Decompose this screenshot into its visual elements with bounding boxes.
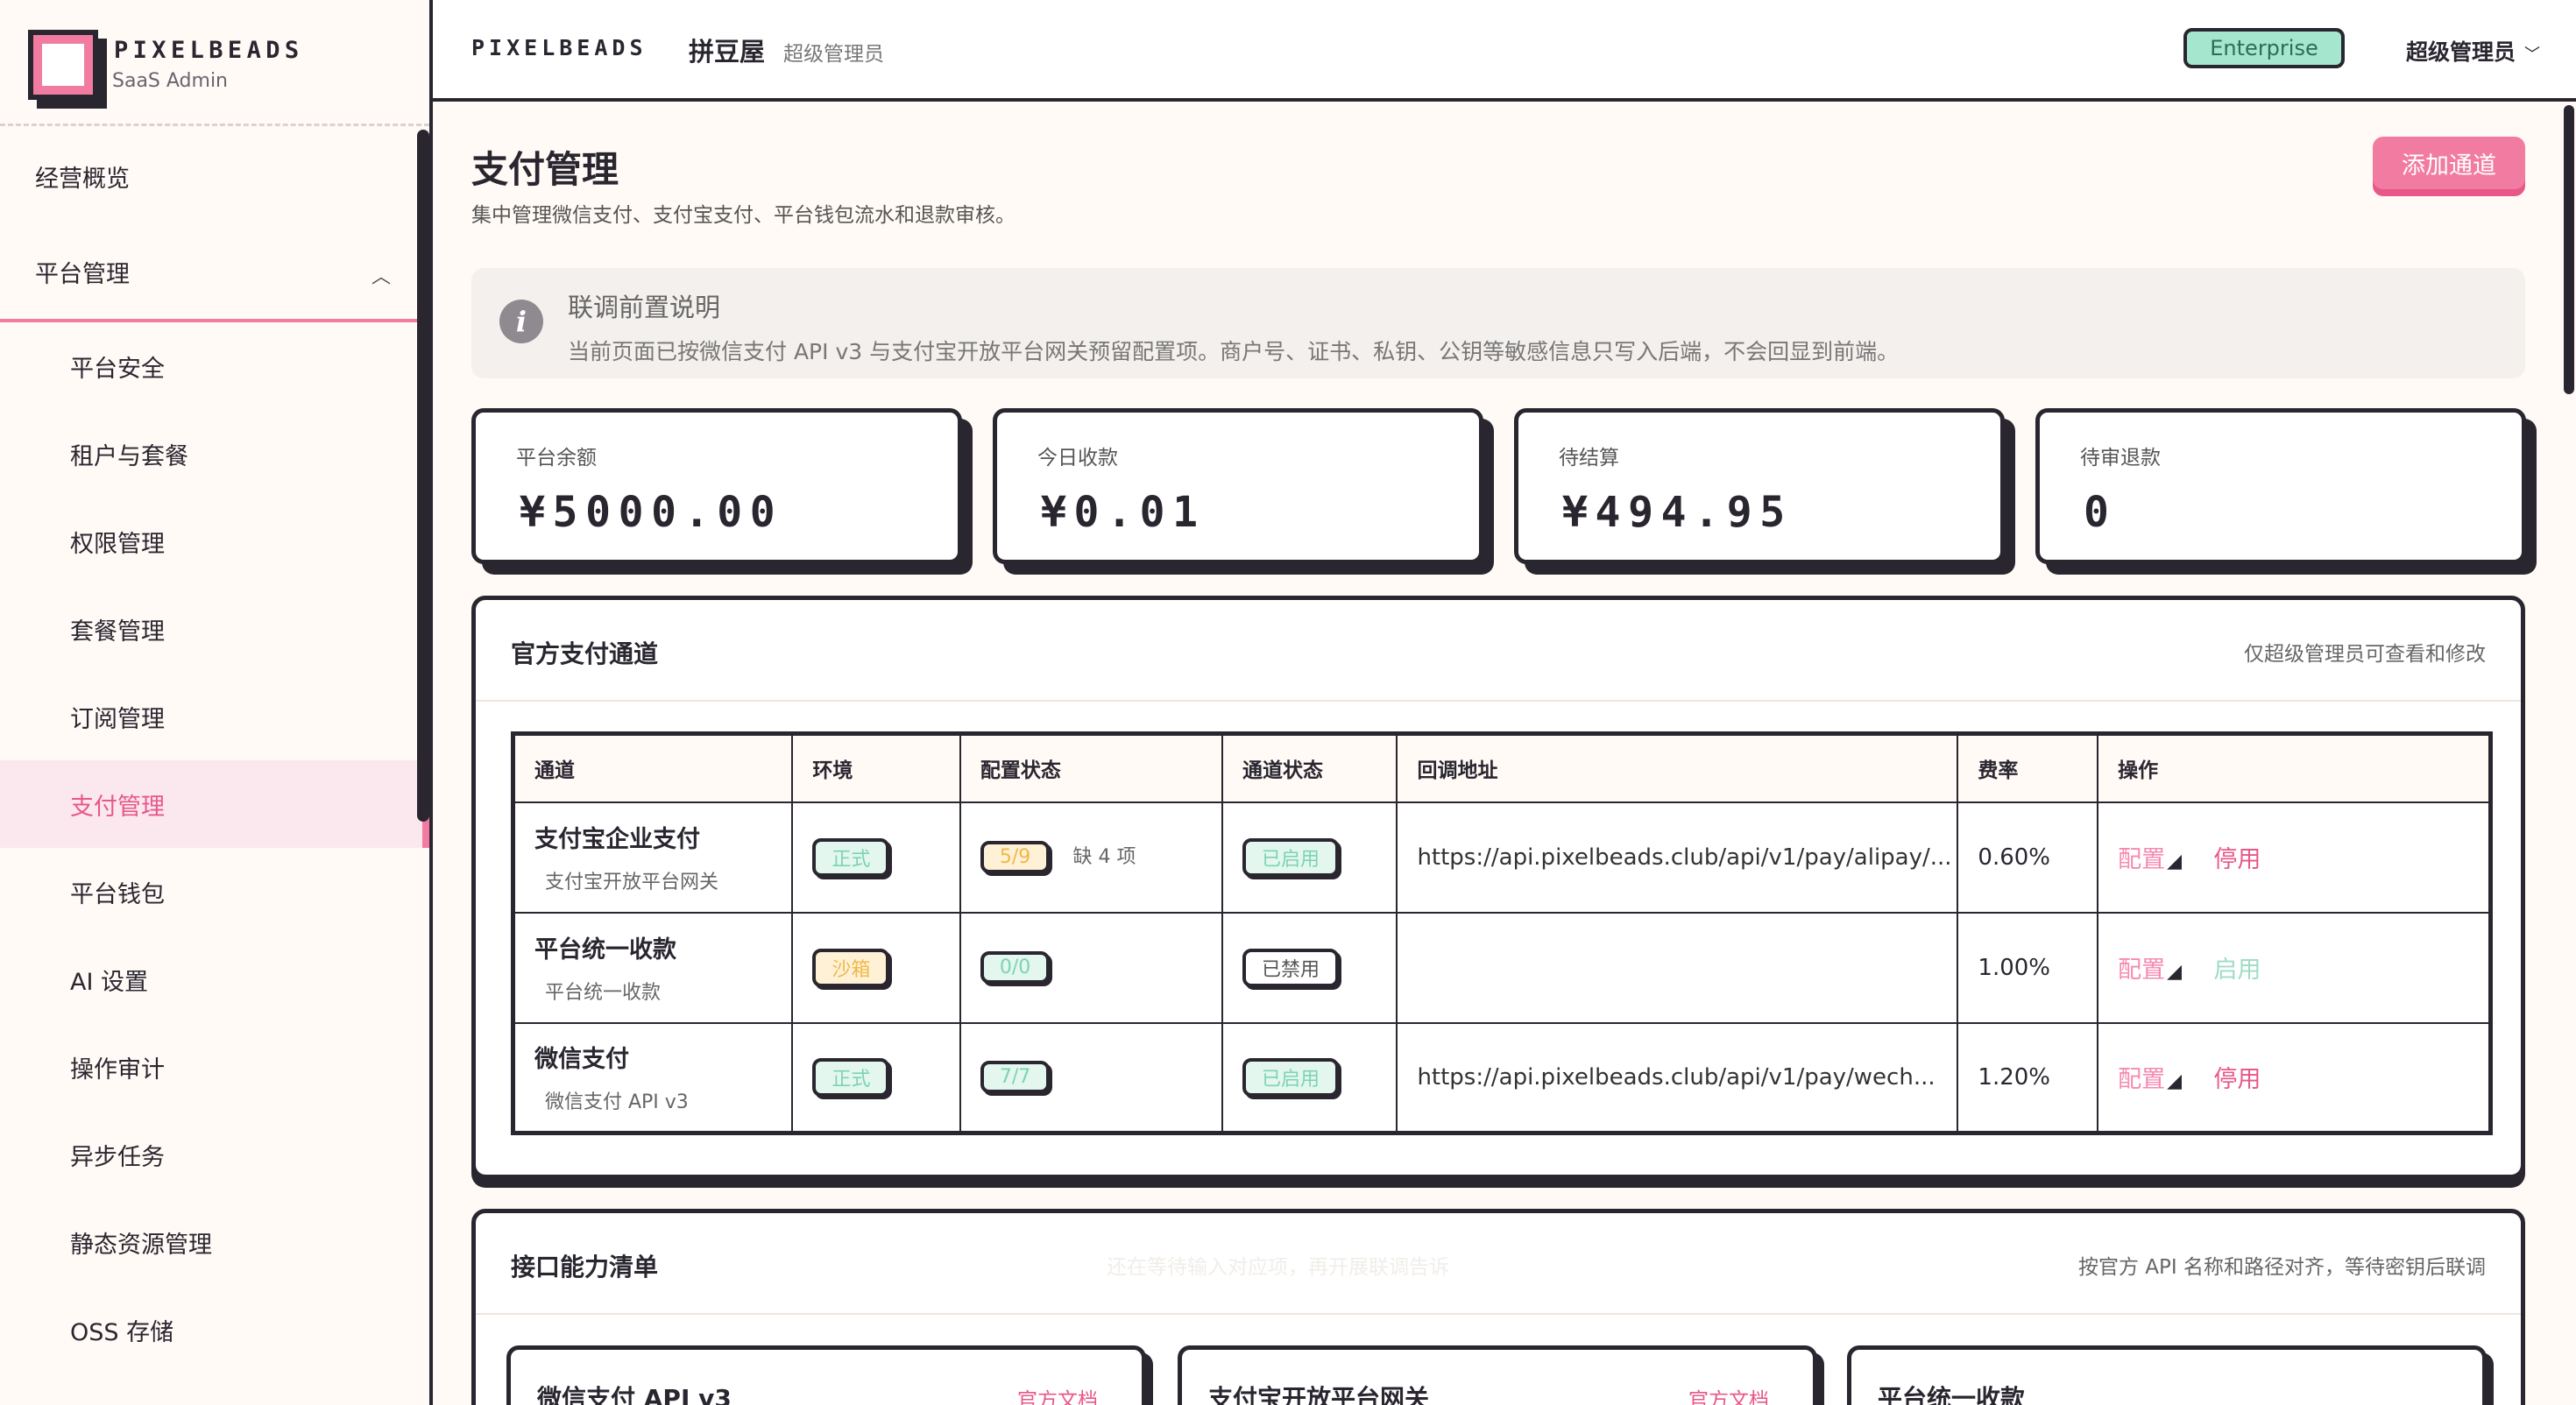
- status-badge: 已启用: [1242, 1057, 1339, 1097]
- column-header: 回调地址: [1396, 732, 1959, 803]
- sidebar-item-static-assets[interactable]: 静态资源管理: [0, 1198, 429, 1286]
- table-header-row: 通道 环境 配置状态 通道状态 回调地址 费率 操作: [512, 732, 2492, 803]
- channel-subtitle: 平台统一收款: [545, 982, 662, 1004]
- sidebar-item-permissions[interactable]: 权限管理: [0, 498, 429, 585]
- sidebar-item-wallet[interactable]: 平台钱包: [0, 848, 429, 935]
- capability-card-alipay: 支付宝开放平台网关 官方文档: [1178, 1345, 1817, 1405]
- sidebar-scrollbar[interactable]: [417, 130, 429, 822]
- stat-value: ¥5000.00: [520, 488, 783, 537]
- official-docs-link[interactable]: 官方文档: [1017, 1383, 1098, 1405]
- channels-table: 通道 环境 配置状态 通道状态 回调地址 费率 操作 支付宝企业支付 支付宝开放…: [511, 731, 2493, 1135]
- notice-title: 联调前置说明: [568, 293, 721, 322]
- stat-card-today-income: 今日收款 ¥0.01: [993, 408, 1483, 564]
- table-row: 平台统一收款 平台统一收款 沙箱 0/0 已禁用 1.00% 配置◢ 启用: [512, 911, 2492, 1024]
- sidebar-item-subscriptions[interactable]: 订阅管理: [0, 673, 429, 760]
- column-header: 通道: [512, 732, 794, 803]
- disable-link[interactable]: 停用: [2213, 1066, 2261, 1093]
- rate: 0.60%: [1957, 801, 2099, 914]
- column-header: 操作: [2097, 732, 2492, 803]
- sidebar: PIXELBEADS SaaS Admin 经营概览 平台管理 ︿ 平台安全 租…: [0, 0, 433, 1405]
- page-description: 集中管理微信支付、支付宝支付、平台钱包流水和退款审核。: [471, 204, 1016, 227]
- column-header: 费率: [1957, 732, 2099, 803]
- status-badge: 已禁用: [1242, 948, 1339, 987]
- env-badge: 正式: [812, 1057, 890, 1097]
- brand-name: PIXELBEADS: [114, 37, 304, 64]
- plan-badge: Enterprise: [2183, 28, 2345, 68]
- callback-url: https://api.pixelbeads.club/api/v1/pay/a…: [1417, 844, 1952, 871]
- brand-logo-icon: [28, 30, 98, 100]
- env-badge: 沙箱: [812, 948, 890, 987]
- configure-link[interactable]: 配置◢: [2118, 957, 2182, 984]
- status-badge: 已启用: [1242, 837, 1339, 877]
- configure-link[interactable]: 配置◢: [2118, 846, 2182, 873]
- sidebar-item-payments[interactable]: 支付管理: [0, 760, 429, 848]
- stat-value: ¥0.01: [1041, 488, 1206, 537]
- stat-card-pending-refunds: 待审退款 0: [2035, 408, 2526, 564]
- sidebar-item-plans[interactable]: 套餐管理: [0, 585, 429, 673]
- notice-text: 当前页面已按微信支付 API v3 与支付宝开放平台网关预留配置项。商户号、证书…: [568, 339, 1900, 364]
- chevron-down-icon: ﹀: [2524, 46, 2541, 64]
- top-header: PIXELBEADS 拼豆屋 超级管理员 Enterprise 超级管理员 ﹀: [433, 0, 2576, 102]
- info-icon: i: [499, 300, 543, 343]
- sidebar-item-ai-settings[interactable]: AI 设置: [0, 935, 429, 1023]
- rate: 1.00%: [1957, 911, 2099, 1024]
- channels-panel: 官方支付通道 仅超级管理员可查看和修改 通道 环境 配置状态 通道状态 回调地址…: [471, 596, 2525, 1179]
- sidebar-item-tenants[interactable]: 租户与套餐: [0, 410, 429, 498]
- table-row: 微信支付 微信支付 API v3 正式 7/7 已启用 https://api.…: [512, 1021, 2492, 1134]
- sidebar-item-oss[interactable]: OSS 存储: [0, 1286, 429, 1373]
- config-badge: 0/0: [980, 951, 1051, 984]
- ghost-text: 还在等待输入对应项，再开展联调告诉: [1107, 1256, 1449, 1279]
- sidebar-group-platform[interactable]: 平台管理 ︿: [0, 224, 429, 322]
- sidebar-item-async-tasks[interactable]: 异步任务: [0, 1111, 429, 1198]
- panel-note: 仅超级管理员可查看和修改: [2244, 643, 2486, 666]
- logo-area: PIXELBEADS SaaS Admin: [0, 0, 429, 126]
- cursor-icon: ◢: [2167, 851, 2183, 872]
- config-badge: 7/7: [980, 1061, 1051, 1094]
- disable-link[interactable]: 停用: [2213, 846, 2261, 873]
- cursor-icon: ◢: [2167, 961, 2183, 983]
- cursor-icon: ◢: [2167, 1070, 2183, 1093]
- panel-title: 接口能力清单: [511, 1253, 659, 1281]
- table-row: 支付宝企业支付 支付宝开放平台网关 正式 5/9 缺 4 项 已启用 https…: [512, 801, 2492, 914]
- info-notice: i 联调前置说明 当前页面已按微信支付 API v3 与支付宝开放平台网关预留配…: [471, 268, 2525, 378]
- chevron-up-icon: ︿: [371, 266, 391, 288]
- sidebar-item-audit[interactable]: 操作审计: [0, 1023, 429, 1111]
- stat-value: 0: [2084, 488, 2117, 537]
- add-channel-button[interactable]: 添加通道: [2373, 137, 2525, 189]
- channel-name: 平台统一收款: [534, 936, 676, 964]
- enable-link[interactable]: 启用: [2213, 957, 2261, 984]
- panel-note: 按官方 API 名称和路径对齐，等待密钥后联调: [2077, 1256, 2486, 1279]
- main-scrollbar[interactable]: [2564, 105, 2574, 394]
- configure-link[interactable]: 配置◢: [2118, 1066, 2182, 1093]
- panel-title: 官方支付通道: [511, 639, 659, 668]
- capability-card-unified: 平台统一收款: [1847, 1345, 2487, 1405]
- sidebar-item-security[interactable]: 平台安全: [0, 322, 429, 410]
- header-role: 超级管理员: [783, 43, 884, 66]
- channel-subtitle: 微信支付 API v3: [545, 1091, 689, 1114]
- column-header: 通道状态: [1221, 732, 1398, 803]
- stat-card-pending-settlement: 待结算 ¥494.95: [1514, 408, 2005, 564]
- config-missing: 缺 4 项: [1072, 846, 1136, 868]
- callback-url: https://api.pixelbeads.club/api/v1/pay/w…: [1417, 1063, 1936, 1091]
- config-badge: 5/9: [980, 841, 1051, 873]
- page-title: 支付管理: [471, 148, 619, 191]
- header-app-name: 拼豆屋: [689, 37, 766, 67]
- channel-name: 支付宝企业支付: [534, 826, 700, 853]
- column-header: 环境: [791, 732, 961, 803]
- official-docs-link[interactable]: 官方文档: [1688, 1383, 1769, 1405]
- capability-card-wechat: 微信支付 API v3 官方文档: [506, 1345, 1146, 1405]
- brand-subtitle: SaaS Admin: [112, 70, 228, 92]
- column-header: 配置状态: [959, 732, 1223, 803]
- channel-name: 微信支付: [534, 1046, 629, 1074]
- stat-value: ¥494.95: [1562, 488, 1793, 537]
- sidebar-item-overview[interactable]: 经营概览: [0, 128, 429, 224]
- user-menu[interactable]: 超级管理员 ﹀: [2406, 35, 2540, 67]
- env-badge: 正式: [812, 837, 890, 877]
- channel-subtitle: 支付宝开放平台网关: [545, 872, 719, 893]
- header-brand: PIXELBEADS: [471, 35, 648, 60]
- stat-card-balance: 平台余额 ¥5000.00: [471, 408, 962, 564]
- rate: 1.20%: [1957, 1021, 2099, 1134]
